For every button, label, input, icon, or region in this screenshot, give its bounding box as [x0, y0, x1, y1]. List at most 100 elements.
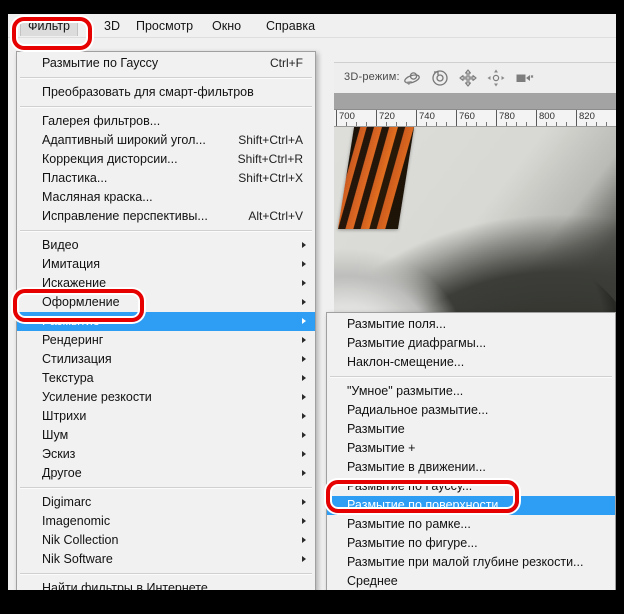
ruler-tick-major: [496, 110, 497, 126]
submenu-arrow-icon: [302, 242, 306, 248]
menu-item[interactable]: "Умное" размытие...: [327, 382, 615, 401]
submenu-arrow-icon: [302, 518, 306, 524]
slide-3d-icon[interactable]: [486, 68, 506, 88]
ruler-tick-minor: [396, 122, 397, 126]
menu-item[interactable]: Размытие поля...: [327, 315, 615, 334]
roll-3d-icon[interactable]: [430, 68, 450, 88]
menu-item[interactable]: Размытие по Гауссу Ctrl+F: [17, 54, 315, 73]
pan-3d-icon[interactable]: [458, 68, 478, 88]
menubar-item-3[interactable]: Окно: [204, 17, 249, 35]
menu-item[interactable]: Nik Collection: [17, 531, 315, 550]
camera-3d-icon[interactable]: [514, 68, 534, 88]
menu-item[interactable]: Рендеринг: [17, 331, 315, 350]
menu-item[interactable]: Размытие по фигуре...: [327, 534, 615, 553]
menubar-item-0[interactable]: Фильтр: [20, 16, 78, 36]
menu-item[interactable]: Усиление резкости: [17, 388, 315, 407]
submenu-arrow-icon: [302, 413, 306, 419]
menu-item[interactable]: Оформление: [17, 293, 315, 312]
menu-item[interactable]: Размытие диафрагмы...: [327, 334, 615, 353]
horizontal-ruler[interactable]: 700 720 740 760 780 800 820: [334, 110, 616, 127]
ruler-label: 720: [379, 111, 395, 122]
submenu-arrow-icon: [302, 280, 306, 286]
menu-item-label: Шум: [42, 428, 69, 442]
ruler-tick-minor: [566, 122, 567, 126]
menu-item[interactable]: Другое: [17, 464, 315, 483]
ruler-tick-minor: [596, 122, 597, 126]
menu-item-label: Размытие диафрагмы...: [347, 336, 487, 350]
ruler-tick-minor: [506, 122, 507, 126]
menu-item[interactable]: Искажение: [17, 274, 315, 293]
menu-item[interactable]: Исправление перспективы... Alt+Ctrl+V: [17, 207, 315, 226]
menu-item-shortcut: Alt+Ctrl+V: [248, 209, 303, 223]
ruler-tick-major: [376, 110, 377, 126]
screenshot-root: Фильтр 3D Просмотр Окно Справка 3D-режим:: [0, 0, 624, 614]
ruler-tick-minor: [366, 122, 367, 126]
menu-item-shortcut: Shift+Ctrl+A: [238, 133, 303, 147]
menu-item[interactable]: Коррекция дисторсии... Shift+Ctrl+R: [17, 150, 315, 169]
menu-item[interactable]: Видео: [17, 236, 315, 255]
menu-item[interactable]: Адаптивный широкий угол... Shift+Ctrl+A: [17, 131, 315, 150]
menu-item[interactable]: Стилизация: [17, 350, 315, 369]
ruler-tick-minor: [606, 122, 607, 126]
ruler-label: 760: [459, 111, 475, 122]
menu-separator: [20, 77, 312, 79]
menu-item[interactable]: Имитация: [17, 255, 315, 274]
menu-item-label: Nik Collection: [42, 533, 119, 547]
document-titlebar: [334, 93, 616, 110]
menu-item[interactable]: Размытие в движении...: [327, 458, 615, 477]
menu-item[interactable]: Масляная краска...: [17, 188, 315, 207]
submenu-arrow-icon: [302, 394, 306, 400]
menu-item-label: Размытие поля...: [347, 317, 447, 331]
menubar-item-2[interactable]: Просмотр: [128, 17, 201, 35]
blur-submenu[interactable]: Размытие поля... Размытие диафрагмы... Нак…: [326, 312, 616, 590]
menu-item-shortcut: Shift+Ctrl+R: [237, 152, 303, 166]
menu-item[interactable]: Размытие по Гауссу...: [327, 477, 615, 496]
menu-item[interactable]: Размытие при малой глубине резкости...: [327, 553, 615, 572]
menu-item[interactable]: Шум: [17, 426, 315, 445]
menu-item-label: Размытие: [347, 422, 405, 436]
menu-item[interactable]: Текстура: [17, 369, 315, 388]
menu-item[interactable]: Размытие: [17, 312, 315, 331]
menu-item[interactable]: Размытие +: [327, 439, 615, 458]
filter-dropdown-menu[interactable]: Размытие по Гауссу Ctrl+F Преобразовать дл…: [16, 51, 316, 590]
ruler-label: 780: [499, 111, 515, 122]
menubar-item-1[interactable]: 3D: [96, 17, 128, 35]
ruler-tick-minor: [476, 122, 477, 126]
menu-item[interactable]: Эскиз: [17, 445, 315, 464]
submenu-arrow-icon: [302, 499, 306, 505]
menu-item[interactable]: Размытие по рамке...: [327, 515, 615, 534]
menu-item[interactable]: Imagenomic: [17, 512, 315, 531]
menu-item[interactable]: Штрихи: [17, 407, 315, 426]
menu-item-label: Эскиз: [42, 447, 76, 461]
menu-item[interactable]: Размытие: [327, 420, 615, 439]
submenu-arrow-icon: [302, 537, 306, 543]
menu-item-label: Размытие по Гауссу: [42, 56, 159, 70]
menu-item[interactable]: Nik Software: [17, 550, 315, 569]
menu-item-label: Найти фильтры в Интернете...: [42, 581, 219, 590]
menu-item-shortcut: Ctrl+F: [270, 56, 303, 70]
menu-item-label: Другое: [42, 466, 82, 480]
menu-item-label: Imagenomic: [42, 514, 111, 528]
menu-item[interactable]: Пластика... Shift+Ctrl+X: [17, 169, 315, 188]
menu-item[interactable]: Преобразовать для смарт-фильтров: [17, 83, 315, 102]
menu-item-label: Nik Software: [42, 552, 113, 566]
menu-item-label: Размытие +: [347, 441, 416, 455]
photoshop-window: Фильтр 3D Просмотр Окно Справка 3D-режим:: [8, 14, 616, 590]
menubar-item-4[interactable]: Справка: [258, 17, 323, 35]
menu-item[interactable]: Наклон-смещение...: [327, 353, 615, 372]
ruler-tick-minor: [436, 122, 437, 126]
orbit-3d-icon[interactable]: [402, 68, 422, 88]
ruler-tick-minor: [556, 122, 557, 126]
menu-item-label: Среднее: [347, 574, 398, 588]
menu-item[interactable]: Digimarc: [17, 493, 315, 512]
menu-item-label: Усиление резкости: [42, 390, 152, 404]
menu-item[interactable]: Среднее: [327, 572, 615, 590]
options-bar: 3D-режим:: [334, 62, 616, 94]
submenu-arrow-icon: [302, 356, 306, 362]
menu-item[interactable]: Галерея фильтров...: [17, 112, 315, 131]
submenu-arrow-icon: [302, 451, 306, 457]
menu-item[interactable]: Радиальное размытие...: [327, 401, 615, 420]
menu-item[interactable]: Найти фильтры в Интернете...: [17, 579, 315, 590]
menu-item[interactable]: Размытие по поверхности...: [327, 496, 615, 515]
ruler-tick-minor: [466, 122, 467, 126]
